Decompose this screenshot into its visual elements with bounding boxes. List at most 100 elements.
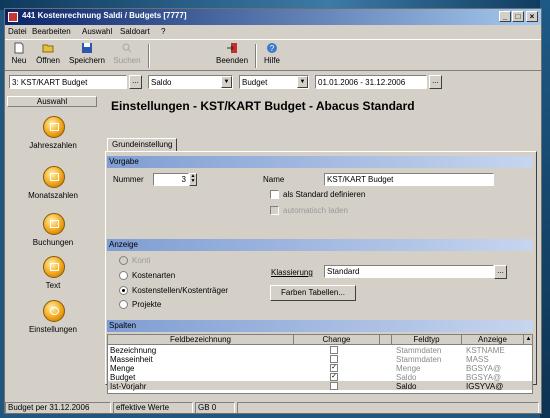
help-icon: ? (267, 43, 277, 53)
calendar-month-icon (43, 166, 65, 188)
table-row-display[interactable]: MASS (464, 355, 489, 364)
status-budget: Budget per 31.12.2006 (5, 402, 111, 413)
save-button[interactable]: Speichern (67, 42, 107, 70)
table-row-display[interactable]: BGSYA@ (464, 373, 501, 382)
nummer-field[interactable]: 3 (153, 173, 189, 186)
type-select[interactable]: Saldo ▼ (148, 75, 233, 89)
sidebar-item-label: Monatszahlen (28, 191, 78, 200)
new-button[interactable]: Neu (9, 42, 29, 70)
farben-tabellen-button[interactable]: Farben Tabellen... (270, 285, 356, 301)
exit-icon (227, 43, 237, 53)
konti-label: Konti (132, 256, 151, 265)
table-row-name[interactable]: Ist-Vorjahr (108, 382, 146, 391)
budget-select[interactable]: Budget ▼ (239, 75, 309, 89)
menu-auswahl[interactable]: Auswahl (82, 27, 112, 36)
change-checkbox[interactable]: ✓ (330, 364, 338, 372)
status-empty (237, 402, 539, 413)
menu-datei[interactable]: Datei (8, 27, 27, 36)
period-browse-button[interactable]: ... (429, 75, 442, 89)
exit-label: Beenden (215, 56, 249, 65)
section-vorgabe: Vorgabe (107, 156, 533, 168)
projekte-radio[interactable] (119, 300, 128, 309)
minimize-icon[interactable]: _ (499, 11, 511, 22)
table-row-name[interactable]: Budget (108, 373, 135, 382)
sidebar-title: Auswahl (7, 96, 97, 107)
help-button[interactable]: ? Hilfe (260, 42, 284, 70)
sidebar-item-text[interactable]: Text (5, 256, 101, 300)
nummer-label: Nummer (113, 175, 144, 184)
maximize-icon[interactable]: □ (512, 11, 524, 22)
table-row-name[interactable]: Bezeichnung (108, 346, 156, 355)
auto-load-checkbox[interactable] (270, 206, 279, 215)
table-row-display[interactable]: BGSYA@ (464, 364, 501, 373)
standard-checkbox[interactable] (270, 190, 279, 199)
status-gb: GB 0 (195, 402, 235, 413)
sidebar-item-monatszahlen[interactable]: Monatszahlen (5, 166, 101, 210)
period-field[interactable]: 01.01.2006 - 31.12.2006 (315, 75, 427, 89)
column-header-anzeige[interactable]: Anzeige (462, 335, 524, 345)
page-title: Einstellungen - KST/KART Budget - Abacus… (111, 99, 415, 113)
sidebar-item-label: Einstellungen (28, 325, 78, 334)
search-icon (122, 43, 132, 53)
table-row-type[interactable]: Menge (394, 364, 420, 373)
table-row-display[interactable]: KSTNAME (464, 346, 505, 355)
klassierung-field[interactable]: Standard (324, 265, 494, 278)
calendar-year-icon (43, 116, 65, 138)
open-button[interactable]: Öffnen (32, 42, 64, 70)
projekte-label: Projekte (132, 300, 162, 309)
sidebar-item-label: Buchungen (32, 238, 74, 247)
close-icon[interactable]: × (526, 11, 538, 22)
object-value: 3: KST/KART Budget (12, 78, 88, 87)
tab-grundeinstellung[interactable]: Grundeinstellung (107, 138, 178, 152)
section-anzeige: Anzeige (107, 239, 533, 251)
table-row-type[interactable]: Saldo (394, 373, 416, 382)
klassierung-link[interactable]: Klassierung (271, 268, 313, 277)
sidebar-item-jahreszahlen[interactable]: Jahreszahlen (5, 116, 101, 160)
object-select[interactable]: 3: KST/KART Budget (9, 75, 127, 89)
menu-saldoart[interactable]: Saldoart (120, 27, 150, 36)
kostenstellen-label: Kostenstellen/Kostenträger (132, 286, 229, 295)
change-checkbox[interactable] (330, 382, 338, 390)
change-checkbox[interactable]: ✓ (330, 373, 338, 381)
menu-bearbeiten[interactable]: Bearbeiten (32, 27, 71, 36)
nummer-spinner[interactable]: ▲ ▼ (189, 173, 197, 186)
toolbar-separator (148, 44, 150, 68)
table-row-display[interactable]: IGSYVA@ (464, 382, 503, 391)
table-row-name[interactable]: Menge (108, 364, 134, 373)
text-icon (43, 256, 65, 278)
sidebar-item-buchungen[interactable]: Buchungen (5, 213, 101, 257)
column-header-spacer (380, 335, 392, 345)
name-field[interactable]: KST/KART Budget (324, 173, 494, 186)
kostenarten-radio[interactable] (119, 271, 128, 280)
change-checkbox[interactable] (330, 355, 338, 363)
main-content: Einstellungen - KST/KART Budget - Abacus… (101, 96, 541, 394)
budget-value: Budget (242, 78, 268, 87)
object-browse-button[interactable]: ... (129, 75, 142, 89)
change-checkbox[interactable] (330, 346, 338, 354)
column-header-change[interactable]: Change (294, 335, 380, 345)
table-row-type[interactable]: Stammdaten (394, 355, 441, 364)
chevron-down-icon[interactable]: ▼ (297, 76, 308, 88)
table-row-type[interactable]: Saldo (394, 382, 416, 391)
help-label: Hilfe (263, 56, 280, 65)
title-bar: 441 Kostenrechnung Saldi / Budgets [7777… (5, 9, 541, 25)
table-row-name[interactable]: Masseinheit (108, 355, 153, 364)
menu-help[interactable]: ? (161, 27, 165, 36)
new-document-icon (14, 42, 24, 54)
kostenstellen-radio[interactable] (119, 286, 128, 295)
search-button[interactable]: Suchen (110, 42, 144, 70)
sidebar-item-label: Text (45, 281, 61, 290)
table-row-type[interactable]: Stammdaten (394, 346, 441, 355)
save-label: Speichern (68, 56, 106, 65)
column-header-feldtyp[interactable]: Feldtyp (392, 335, 462, 345)
sidebar-item-einstellungen[interactable]: Einstellungen (5, 300, 101, 344)
app-icon (8, 12, 18, 22)
toolbar-separator (255, 44, 257, 68)
column-header-feldbezeichnung[interactable]: Feldbezeichnung (108, 335, 294, 345)
chevron-down-icon[interactable]: ▼ (221, 76, 232, 88)
exit-button[interactable]: Beenden (213, 42, 251, 70)
konti-radio[interactable] (119, 256, 128, 265)
klassierung-browse-button[interactable]: ... (494, 265, 507, 279)
status-mode: effektive Werte (113, 402, 193, 413)
scroll-up-icon[interactable]: ▲ (524, 335, 532, 345)
